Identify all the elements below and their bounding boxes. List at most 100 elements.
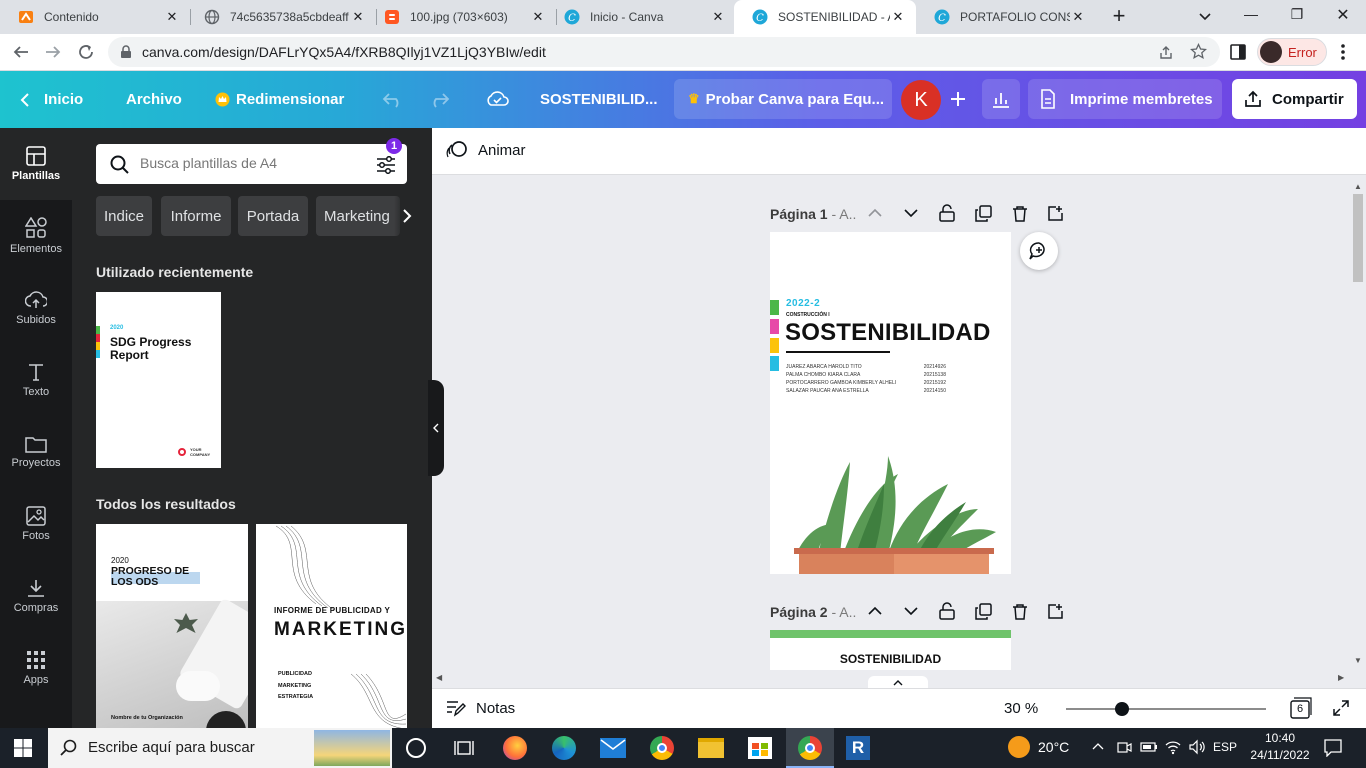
add-page-icon[interactable] [1047,205,1064,222]
browser-tab[interactable]: 74c5635738a5cbdeaff ✕ [186,0,376,34]
add-page-icon[interactable] [1047,603,1064,620]
move-up-icon[interactable] [868,208,882,218]
weather-temp[interactable]: 20°C [1038,739,1069,755]
move-down-icon[interactable] [904,606,918,616]
add-collaborator-icon[interactable] [944,85,972,113]
tab-close-icon[interactable]: ✕ [164,9,180,25]
lock-icon[interactable] [120,45,132,59]
page-2-canvas[interactable]: SOSTENIBILIDAD [770,630,1011,670]
resize-button[interactable]: Redimensionar [215,71,344,128]
result-template-thumbnail[interactable]: INFORME DE PUBLICIDAD Y MARKETING PUBLIC… [256,524,407,728]
tab-close-icon[interactable]: ✕ [530,9,546,25]
add-comment-button[interactable] [1020,232,1058,270]
window-close-button[interactable]: ✕ [1328,5,1358,25]
notifications-icon[interactable] [1324,739,1342,757]
file-explorer-icon[interactable] [698,738,724,758]
volume-icon[interactable] [1188,739,1206,755]
share-button[interactable]: Compartir [1232,79,1357,119]
tab-search-icon[interactable] [1196,7,1214,25]
browser-tab-active[interactable]: C SOSTENIBILIDAD - A4 ✕ [734,0,916,34]
page-grid-button[interactable]: 6 [1290,697,1312,719]
reload-icon[interactable] [77,43,95,61]
browser-tab[interactable]: Contenido ✕ [0,0,190,34]
input-language[interactable]: ESP [1213,740,1237,754]
file-menu-button[interactable]: Archivo [126,71,182,128]
fullscreen-icon[interactable] [1332,699,1350,717]
duplicate-page-icon[interactable] [975,205,992,222]
home-button[interactable]: Inicio [20,71,83,128]
more-menu-icon[interactable] [1340,43,1346,61]
rail-item-text[interactable]: Texto [0,344,72,416]
scrollbar-thumb[interactable] [1353,194,1363,282]
chip-indice[interactable]: Indice [96,196,152,236]
lock-page-icon[interactable] [939,204,955,222]
chips-next-button[interactable] [394,196,420,236]
forward-icon[interactable] [44,43,62,61]
zoom-level[interactable]: 30 % [1004,700,1038,717]
insights-button[interactable] [982,79,1020,119]
move-up-icon[interactable] [868,606,882,616]
tray-chevron-up-icon[interactable] [1092,742,1104,750]
rail-item-elements[interactable]: Elementos [0,200,72,272]
side-panel-icon[interactable] [1230,44,1246,60]
wifi-icon[interactable] [1164,739,1182,755]
chip-marketing[interactable]: Marketing [316,196,400,236]
scroll-down-icon[interactable]: ▼ [1354,656,1362,665]
bookmark-star-icon[interactable] [1190,43,1207,60]
edge-icon[interactable] [552,736,576,760]
move-down-icon[interactable] [904,208,918,218]
user-avatar[interactable]: K [901,80,941,120]
cortana-icon[interactable] [406,738,426,758]
undo-icon[interactable] [382,90,404,108]
result-template-thumbnail[interactable]: 2020 PROGRESO DE LOS ODS Nombre de tu Or… [96,524,248,728]
clock-date[interactable]: 24/11/2022 [1246,748,1314,762]
chrome-active-button[interactable] [786,728,834,768]
profile-button[interactable]: Error [1257,38,1327,66]
clock-time[interactable]: 10:40 [1250,731,1310,745]
rail-item-photos[interactable]: Fotos [0,488,72,560]
rail-item-projects[interactable]: Proyectos [0,416,72,488]
meet-now-icon[interactable] [1116,739,1132,755]
filter-sliders-icon[interactable] [376,156,396,174]
panel-collapse-handle[interactable] [428,380,444,476]
battery-icon[interactable] [1140,740,1158,754]
back-icon[interactable] [12,43,30,61]
rail-item-templates[interactable]: Plantillas [0,128,72,200]
browser-tab[interactable]: 100.jpg (703×603) ✕ [366,0,556,34]
page-1-header[interactable]: Página 1 - A.. [770,206,856,222]
firefox-icon[interactable] [503,736,527,760]
print-button[interactable]: Imprime membretes [1028,79,1222,119]
weather-sun-icon[interactable] [1008,736,1030,758]
recent-template-thumbnail[interactable]: 2020 SDG Progress Report YOUR COMPANY [96,292,221,468]
delete-page-icon[interactable] [1012,205,1028,222]
new-tab-button[interactable]: + [1106,3,1132,31]
vertical-scrollbar[interactable]: ▲ ▼ [1350,178,1366,668]
rail-item-uploads[interactable]: Subidos [0,272,72,344]
notes-button[interactable]: Notas [446,699,515,717]
tab-close-icon[interactable]: ✕ [350,9,366,25]
page-1-canvas[interactable]: 2022-2 CONSTRUCCIÓN I SOSTENIBILIDAD JUA… [770,232,1011,574]
rail-item-purchases[interactable]: Compras [0,560,72,632]
zoom-slider[interactable] [1066,702,1266,716]
store-icon[interactable] [748,737,772,759]
template-search-input[interactable]: Busca plantillas de A4 1 [96,138,407,184]
scroll-up-icon[interactable]: ▲ [1354,182,1362,191]
redo-icon[interactable] [428,90,450,108]
zoom-slider-handle[interactable] [1115,702,1129,716]
tab-close-icon[interactable]: ✕ [1070,9,1086,25]
chip-portada[interactable]: Portada [238,196,308,236]
chip-informe[interactable]: Informe [161,196,231,236]
lock-page-icon[interactable] [939,602,955,620]
duplicate-page-icon[interactable] [975,603,992,620]
browser-tab[interactable]: C Inicio - Canva ✕ [546,0,736,34]
tab-close-icon[interactable]: ✕ [710,9,726,25]
page-2-header[interactable]: Página 2 - A.. [770,604,856,620]
address-bar[interactable]: canva.com/design/DAFLrYQx5A4/fXRB8QIlyj1… [108,37,1220,67]
delete-page-icon[interactable] [1012,603,1028,620]
window-maximize-button[interactable]: ❐ [1282,6,1312,23]
try-teams-button[interactable]: ♛ Probar Canva para Equ... [674,79,892,119]
cloud-saved-icon[interactable] [485,89,509,109]
taskbar-search-input[interactable]: Escribe aquí para buscar [48,728,392,768]
tab-close-icon[interactable]: ✕ [890,9,906,25]
share-page-icon[interactable] [1158,44,1174,60]
